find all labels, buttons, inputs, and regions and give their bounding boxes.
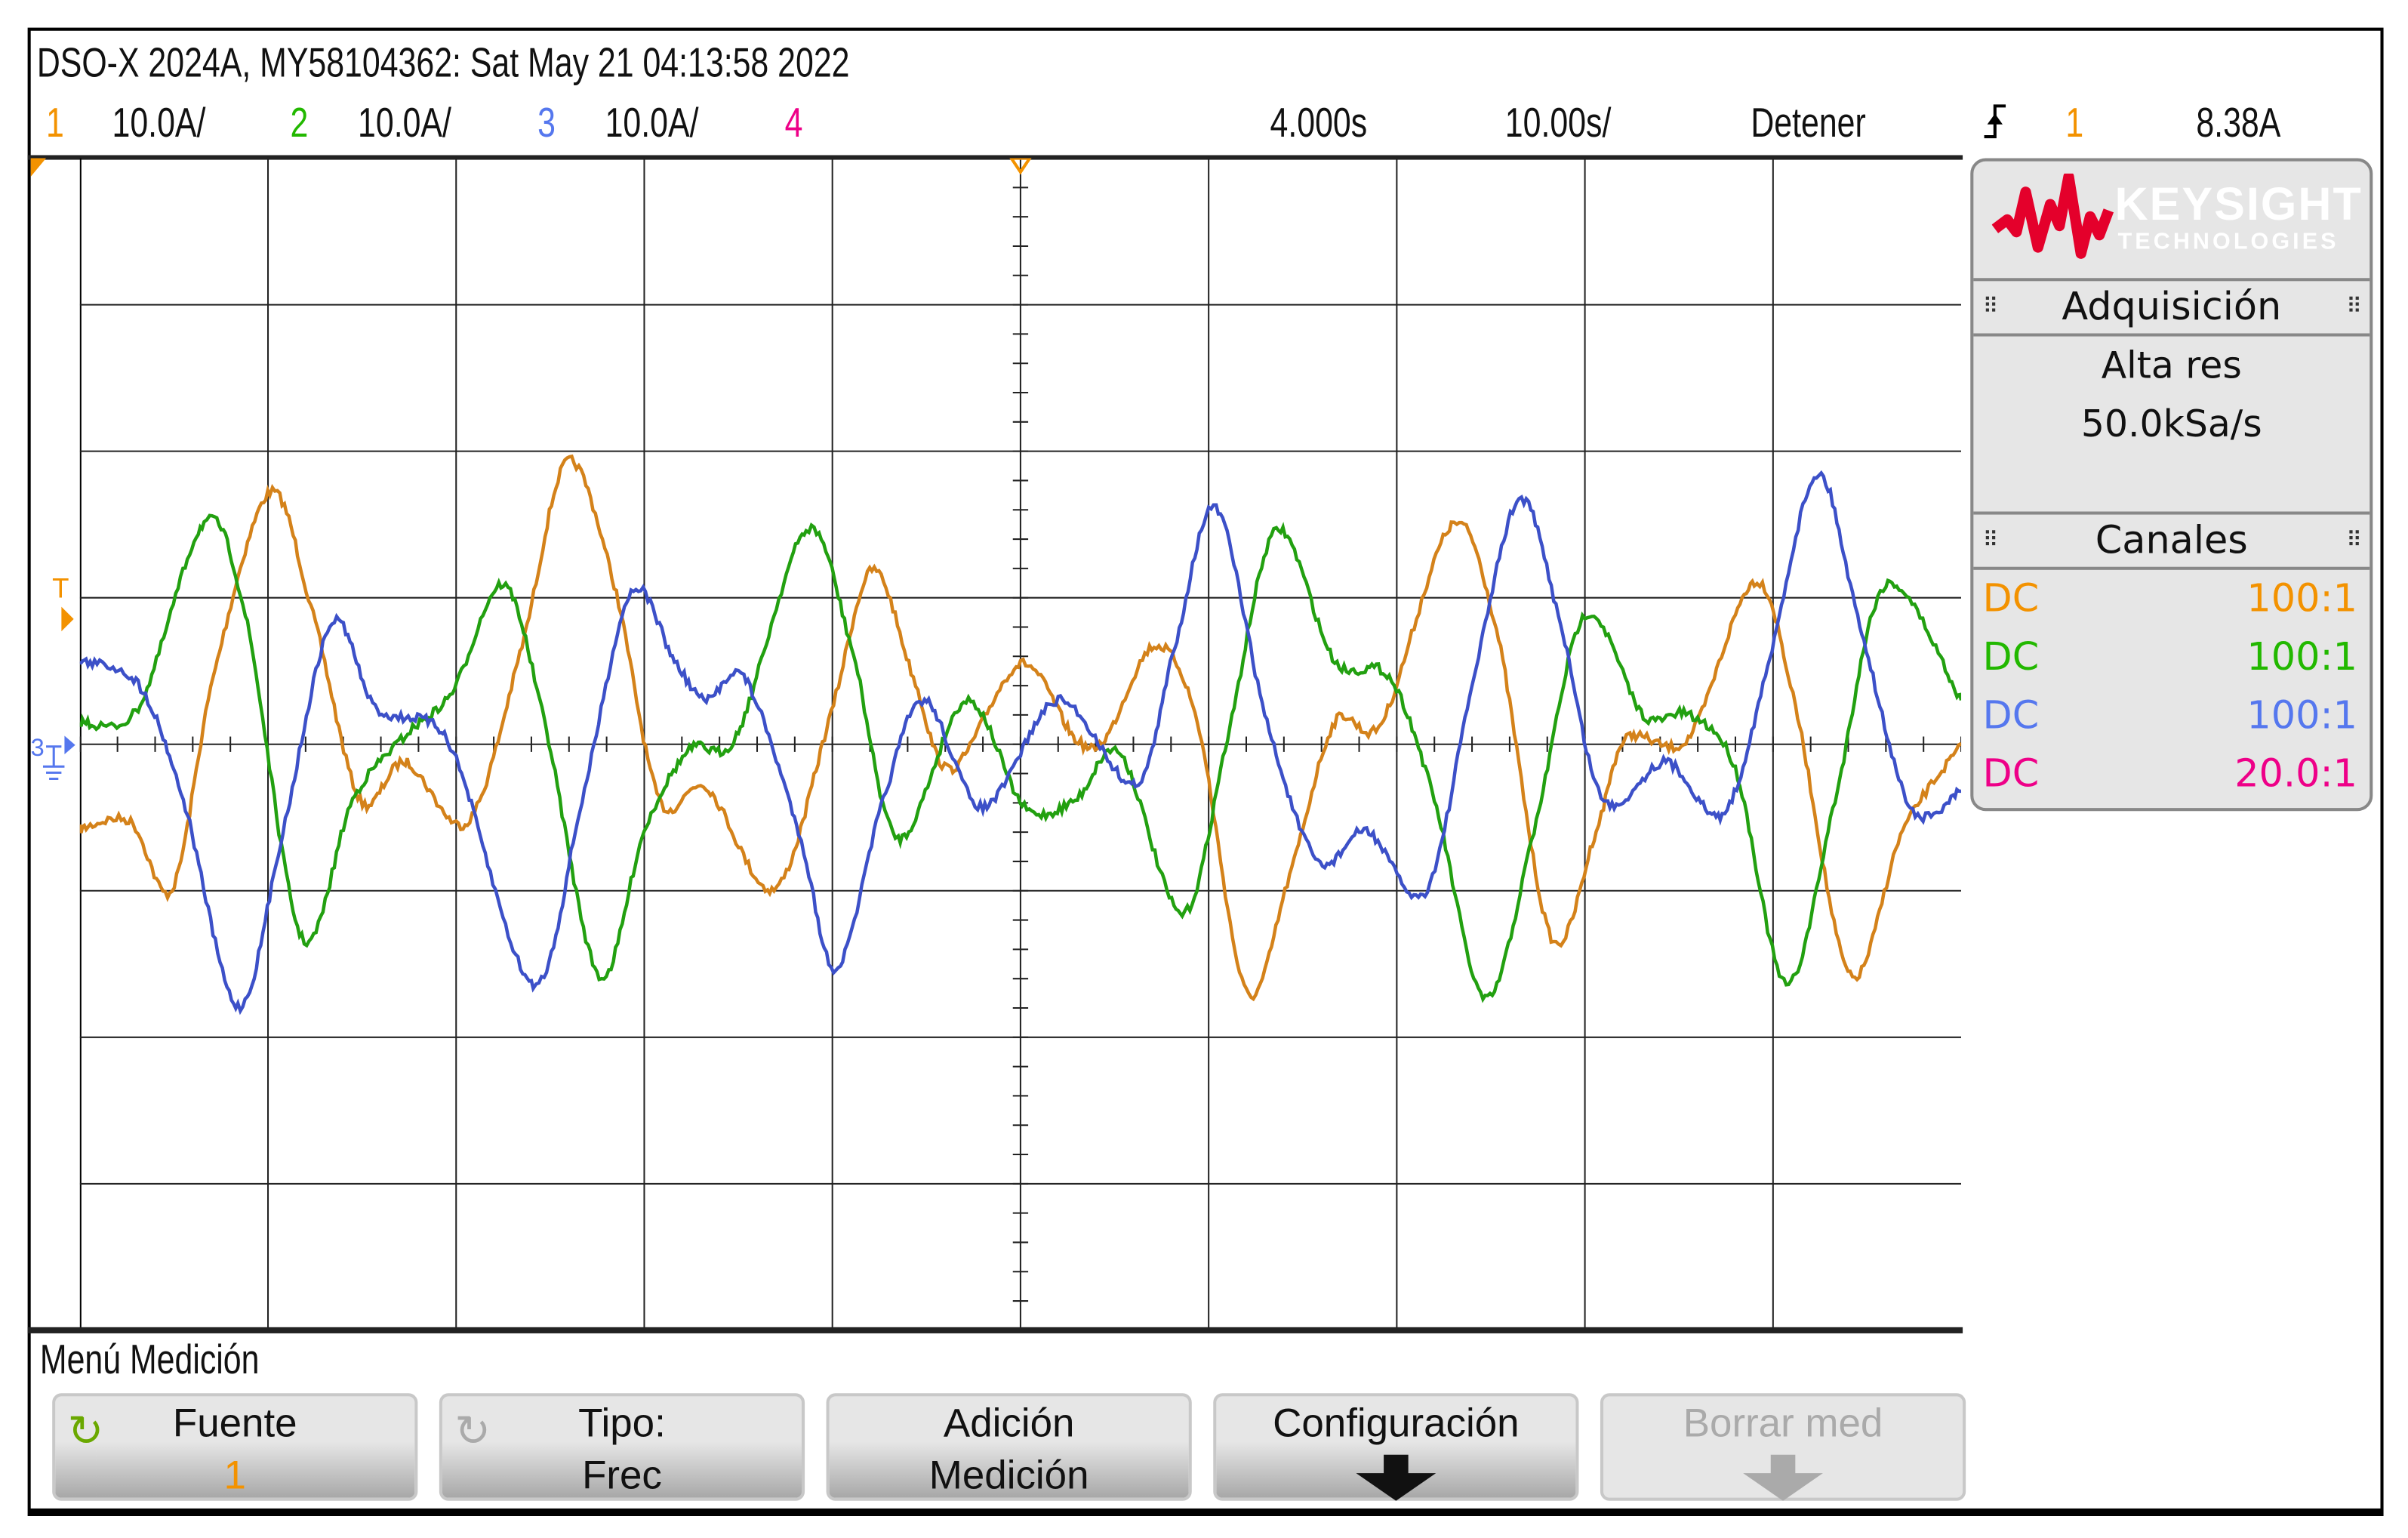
keysight-wave-icon (1992, 174, 2115, 266)
settings-label: Configuración (1273, 1399, 1519, 1445)
ch1-scale[interactable]: 10.0A/ (112, 100, 232, 146)
info-sidebar: KEYSIGHT TECHNOLOGIES ⠿Adquisición⠿ Alta… (1970, 159, 2373, 812)
ch3-label[interactable]: 3 (537, 100, 561, 146)
clear-measurement-label: Borrar med (1683, 1399, 1883, 1445)
coupling: DC (1983, 745, 2040, 803)
type-label: Tipo: (578, 1399, 666, 1445)
run-state[interactable]: Detener (1751, 100, 1898, 146)
add-measurement-label2: Medición (929, 1452, 1089, 1498)
acquisition-mode: Alta res (1973, 337, 2370, 395)
channel-row-3[interactable]: DC 100:1 (1973, 686, 2370, 744)
graticule-bottom-border (28, 1327, 1963, 1333)
sample-rate: 50.0kSa/s (1973, 395, 2370, 453)
add-measurement-label: Adición (944, 1399, 1075, 1445)
channel-row-2[interactable]: DC 100:1 (1973, 628, 2370, 686)
probe-ratio: 20.0:1 (2234, 745, 2357, 803)
ch3-scale[interactable]: 10.0A/ (605, 100, 725, 146)
trigger-source[interactable]: 1 (2065, 100, 2089, 146)
source-label: Fuente (173, 1399, 297, 1445)
rising-edge-icon (1982, 100, 2009, 152)
probe-ratio: 100:1 (2246, 686, 2357, 744)
arrow-down-icon (1740, 1455, 1826, 1501)
type-value: Frec (582, 1452, 662, 1498)
trigger-level-marker: T (52, 572, 69, 603)
acquisition-title: Adquisición (2062, 284, 2281, 328)
type-button[interactable]: ↻ Tipo: Frec (439, 1393, 805, 1500)
coupling: DC (1983, 570, 2040, 628)
time-ref-marker (31, 159, 46, 177)
channels-header[interactable]: ⠿Canales⠿ (1973, 515, 2370, 570)
brand-sub: TECHNOLOGIES (2118, 229, 2339, 255)
probe-ratio: 100:1 (2246, 570, 2357, 628)
channels-title: Canales (2095, 518, 2248, 562)
brand-name: KEYSIGHT (2115, 180, 2363, 232)
timebase[interactable]: 10.00s/ (1505, 100, 1641, 146)
settings-button[interactable]: Configuración (1213, 1393, 1578, 1500)
trigger-level[interactable]: 8.38A (2196, 100, 2305, 146)
horizontal-delay[interactable]: 4.000s (1270, 100, 1395, 146)
add-measurement-button[interactable]: Adición Medición (827, 1393, 1192, 1500)
ch2-label[interactable]: 2 (291, 100, 314, 146)
coupling: DC (1983, 628, 2040, 686)
waveform-graticule[interactable] (80, 159, 1961, 1330)
instrument-title: DSO-X 2024A, MY58104362: Sat May 21 04:1… (37, 40, 1079, 86)
channel-row-1[interactable]: DC 100:1 (1973, 570, 2370, 628)
clear-measurement-button[interactable]: Borrar med (1600, 1393, 1966, 1500)
probe-ratio: 100:1 (2246, 628, 2357, 686)
channel-row-4[interactable]: DC 20.0:1 (1973, 745, 2370, 803)
channel-marker-strip: T 3 (28, 159, 82, 1330)
arrow-down-icon (1353, 1455, 1439, 1501)
acquisition-header[interactable]: ⠿Adquisición⠿ (1973, 281, 2370, 336)
source-button[interactable]: ↻ Fuente 1 (52, 1393, 417, 1500)
ch2-scale[interactable]: 10.0A/ (358, 100, 478, 146)
keysight-logo: KEYSIGHT TECHNOLOGIES (1973, 162, 2370, 282)
coupling: DC (1983, 686, 2040, 744)
acquisition-info: Alta res 50.0kSa/s (1973, 337, 2370, 515)
ch4-label[interactable]: 4 (785, 100, 808, 146)
source-value: 1 (224, 1452, 246, 1498)
ch1-label[interactable]: 1 (46, 100, 69, 146)
ch3-ground-marker: 3 (31, 734, 45, 761)
menu-title: Menú Medición (40, 1336, 322, 1382)
